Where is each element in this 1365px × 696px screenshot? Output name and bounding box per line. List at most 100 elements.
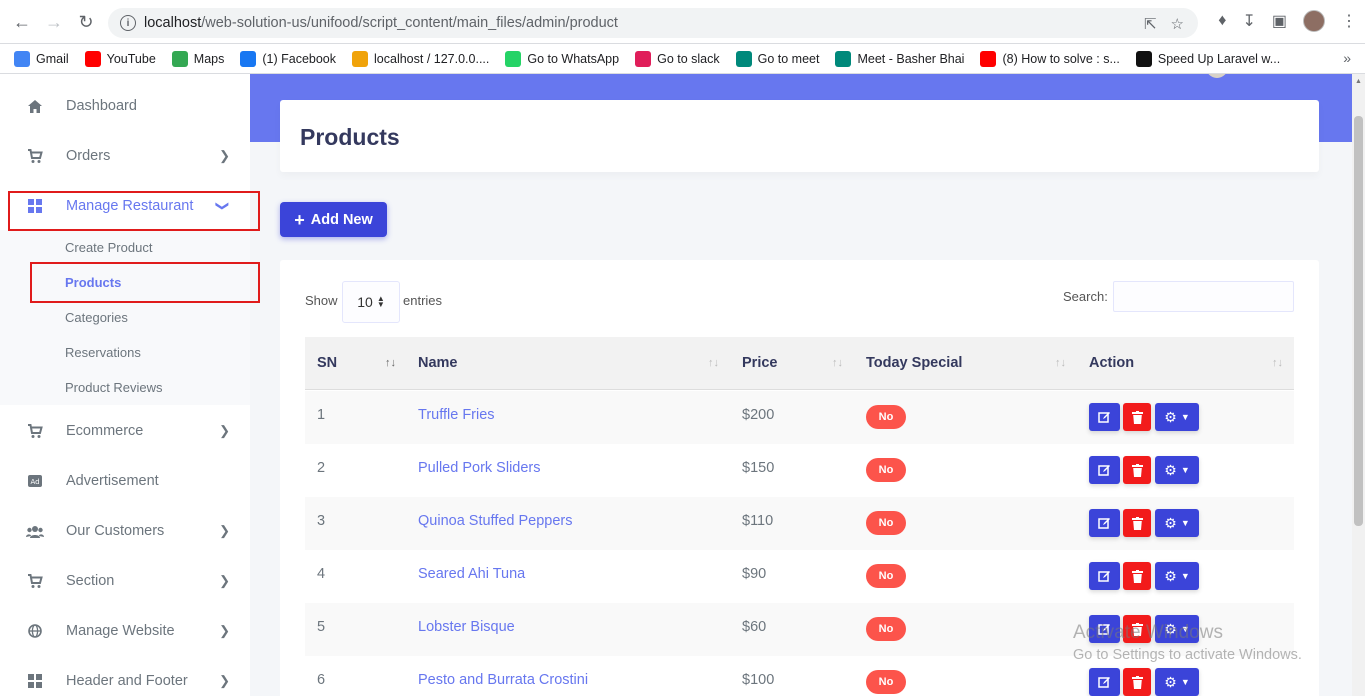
sidebar-item-manage-website[interactable]: Manage Website ❯ <box>0 606 250 656</box>
reload-icon[interactable]: ↻ <box>74 10 98 34</box>
edit-button[interactable] <box>1089 456 1120 484</box>
scroll-thumb[interactable] <box>1354 116 1363 526</box>
today-special-badge: No <box>866 405 906 429</box>
settings-dropdown-button[interactable]: ⚙ ▼ <box>1155 403 1199 431</box>
add-new-button[interactable]: + Add New <box>280 202 387 237</box>
page-scrollbar[interactable]: ▲ <box>1352 74 1365 696</box>
bookmark-item[interactable]: (1) Facebook <box>240 50 336 67</box>
sidebar-item-dashboard[interactable]: Dashboard <box>0 81 250 131</box>
bookmark-item[interactable]: Maps <box>171 50 225 67</box>
settings-dropdown-button[interactable]: ⚙ ▼ <box>1155 668 1199 696</box>
cell-price: $110 <box>742 513 774 529</box>
page-title: Products <box>300 124 400 150</box>
product-name-link[interactable]: Seared Ahi Tuna <box>418 566 525 582</box>
cell-price: $200 <box>742 407 775 423</box>
browser-menu-icon[interactable]: ⋮ <box>1341 11 1357 31</box>
edit-icon <box>1098 517 1110 529</box>
bookmark-item[interactable]: Go to meet <box>735 50 820 67</box>
sidebar-item-label: Dashboard <box>66 98 137 114</box>
product-name-link[interactable]: Lobster Bisque <box>418 619 515 635</box>
today-special-badge: No <box>866 670 906 694</box>
manage-restaurant-submenu: Create Product Products Categories Reser… <box>0 230 250 405</box>
chevron-right-icon: ❯ <box>219 148 230 163</box>
column-header-today-special[interactable]: Today Special <box>866 355 962 371</box>
settings-dropdown-button[interactable]: ⚙ ▼ <box>1155 509 1199 537</box>
trash-icon <box>1131 516 1143 530</box>
submenu-reservations[interactable]: Reservations <box>65 345 141 360</box>
youtube-icon <box>84 50 101 67</box>
gear-icon: ⚙ <box>1164 567 1177 584</box>
bookmark-item[interactable]: localhost / 127.0.0.... <box>352 50 489 67</box>
sidebar-item-orders[interactable]: Orders ❯ <box>0 131 250 181</box>
column-header-sn[interactable]: SN <box>317 355 337 371</box>
sidebar-item-label: Header and Footer <box>66 673 188 689</box>
sidebar-item-section[interactable]: Section ❯ <box>0 556 250 606</box>
edit-button[interactable] <box>1089 403 1120 431</box>
more-bookmarks-icon[interactable]: » <box>1343 50 1351 66</box>
profile-avatar[interactable] <box>1303 10 1325 32</box>
product-name-link[interactable]: Pesto and Burrata Crostini <box>418 672 588 688</box>
back-arrow-icon[interactable]: ← <box>10 10 34 34</box>
sidebar-item-label: Advertisement <box>66 473 159 489</box>
site-info-icon[interactable]: i <box>120 15 136 31</box>
submenu-categories[interactable]: Categories <box>65 310 128 325</box>
search-input[interactable] <box>1113 281 1294 312</box>
cell-price: $90 <box>742 566 767 582</box>
share-icon[interactable]: ⇱ <box>1144 15 1157 33</box>
cell-sn: 1 <box>317 407 326 423</box>
delete-button[interactable] <box>1123 509 1151 537</box>
select-arrows-icon: ▲ ▼ <box>376 293 385 309</box>
edit-button[interactable] <box>1089 668 1120 696</box>
bookmark-item[interactable]: Meet - Basher Bhai <box>835 50 964 67</box>
gear-icon: ⚙ <box>1164 673 1177 690</box>
bookmark-label: (8) How to solve : s... <box>1002 51 1120 66</box>
column-header-price[interactable]: Price <box>742 355 777 371</box>
sidebar-item-our-customers[interactable]: Our Customers ❯ <box>0 506 250 556</box>
bookmark-label: Maps <box>193 51 225 66</box>
delete-button[interactable] <box>1123 456 1151 484</box>
cell-sn: 4 <box>317 566 326 582</box>
scroll-up-arrow-icon[interactable]: ▲ <box>1355 78 1362 85</box>
bookmark-label: Speed Up Laravel w... <box>1157 51 1281 66</box>
address-bar[interactable]: i localhost/web-solution-us/unifood/scri… <box>108 8 1198 38</box>
whatsapp-icon <box>505 50 522 67</box>
edit-button[interactable] <box>1089 509 1120 537</box>
product-name-link[interactable]: Quinoa Stuffed Peppers <box>418 513 573 529</box>
trash-icon <box>1131 675 1143 689</box>
bookmark-star-icon[interactable]: ☆ <box>1171 15 1184 33</box>
delete-button[interactable] <box>1123 562 1151 590</box>
sidebar-item-ecommerce[interactable]: Ecommerce ❯ <box>0 406 250 456</box>
side-panel-icon[interactable]: ▣ <box>1272 11 1287 31</box>
extensions-icon[interactable]: ♦ <box>1218 12 1226 30</box>
bookmark-item[interactable]: Go to WhatsApp <box>505 50 619 67</box>
bookmark-item[interactable]: YouTube <box>84 50 156 67</box>
sidebar-item-label: Ecommerce <box>66 423 144 439</box>
sidebar-item-advertisement[interactable]: Ad Advertisement <box>0 456 250 506</box>
delete-button[interactable] <box>1123 668 1151 696</box>
product-name-link[interactable]: Truffle Fries <box>418 407 495 423</box>
submenu-create-product[interactable]: Create Product <box>65 240 152 255</box>
column-header-name[interactable]: Name <box>418 355 458 371</box>
delete-button[interactable] <box>1123 403 1151 431</box>
forward-arrow-icon[interactable]: → <box>42 10 66 34</box>
settings-dropdown-button[interactable]: ⚙ ▼ <box>1155 562 1199 590</box>
entries-select[interactable]: 10 ▲ ▼ <box>342 281 400 323</box>
edit-button[interactable] <box>1089 562 1120 590</box>
bookmark-label: Go to meet <box>757 51 820 66</box>
download-icon[interactable]: ↧ <box>1242 11 1255 31</box>
sidebar-item-header-and-footer[interactable]: Header and Footer ❯ <box>0 656 250 696</box>
product-name-link[interactable]: Pulled Pork Sliders <box>418 460 541 476</box>
bookmark-item[interactable]: Gmail <box>14 50 69 67</box>
url-text: localhost/web-solution-us/unifood/script… <box>144 15 618 31</box>
column-header-action[interactable]: Action <box>1089 355 1134 371</box>
sidebar-item-label: Our Customers <box>66 523 165 539</box>
bookmark-item[interactable]: Speed Up Laravel w... <box>1135 50 1281 67</box>
submenu-product-reviews[interactable]: Product Reviews <box>65 380 163 395</box>
add-new-label: Add New <box>310 211 373 228</box>
bookmark-item[interactable]: (8) How to solve : s... <box>980 50 1120 67</box>
search-label: Search: <box>1063 289 1108 304</box>
settings-dropdown-button[interactable]: ⚙ ▼ <box>1155 456 1199 484</box>
caret-down-icon: ▼ <box>1180 412 1190 422</box>
bookmark-item[interactable]: Go to slack <box>635 50 720 67</box>
user-avatar[interactable] <box>1206 74 1228 78</box>
